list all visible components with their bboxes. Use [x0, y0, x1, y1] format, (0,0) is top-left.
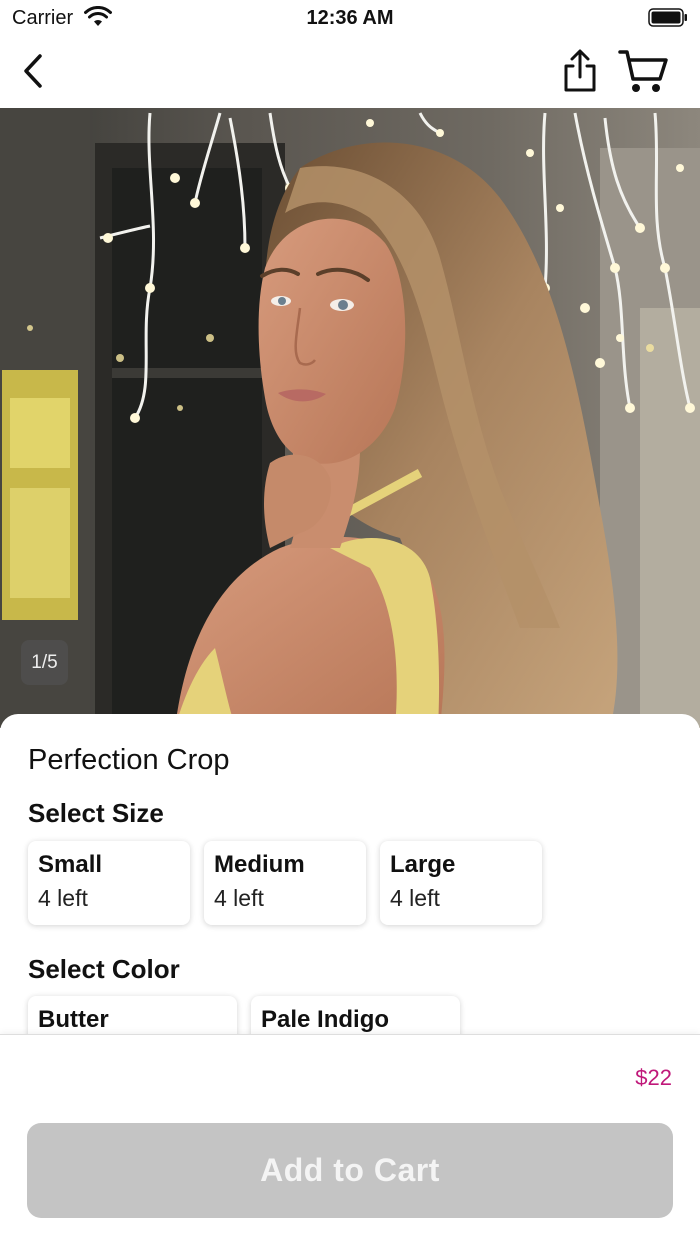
product-title: Perfection Crop	[28, 744, 230, 776]
page-indicator-badge: 1/5	[21, 640, 68, 685]
size-label: Large	[390, 851, 456, 878]
price-label: $22	[635, 1065, 672, 1090]
size-stock: 4 left	[38, 885, 88, 911]
chevron-left-icon	[24, 54, 42, 88]
color-option-pale-indigo[interactable]: Pale Indigo	[251, 996, 460, 1034]
size-stock: 4 left	[214, 885, 264, 911]
size-option-large[interactable]: Large 4 left	[380, 841, 542, 925]
status-time: 12:36 AM	[306, 7, 394, 29]
cart-icon	[618, 50, 668, 92]
battery-icon	[648, 8, 687, 27]
status-bar: Carrier 12:36 AM	[0, 0, 700, 36]
color-label: Pale Indigo	[261, 1006, 390, 1033]
color-label: Butter	[38, 1006, 109, 1033]
size-options: Small 4 left Medium 4 left Large 4 left	[28, 841, 542, 925]
size-label: Medium	[214, 851, 305, 878]
color-section-title: Select Color	[28, 954, 180, 984]
share-button[interactable]	[558, 46, 602, 96]
color-option-butter[interactable]: Butter	[28, 996, 237, 1034]
size-label: Small	[38, 851, 103, 878]
color-options: Butter Pale Indigo	[28, 996, 460, 1034]
cart-button[interactable]	[616, 46, 672, 96]
product-details-sheet: Perfection Crop Select Size Small 4 left…	[0, 714, 700, 1034]
purchase-footer: $22 Add to Cart	[0, 1034, 700, 1244]
back-button[interactable]	[14, 50, 54, 94]
add-to-cart-button[interactable]: Add to Cart	[27, 1123, 673, 1218]
size-stock: 4 left	[390, 885, 440, 911]
size-option-medium[interactable]: Medium 4 left	[204, 841, 366, 925]
product-photo	[0, 108, 700, 728]
share-icon	[564, 49, 596, 92]
product-image-gallery[interactable]: 1/5	[0, 108, 700, 728]
navigation-bar	[0, 36, 700, 108]
size-section-title: Select Size	[28, 798, 164, 828]
size-option-small[interactable]: Small 4 left	[28, 841, 190, 925]
